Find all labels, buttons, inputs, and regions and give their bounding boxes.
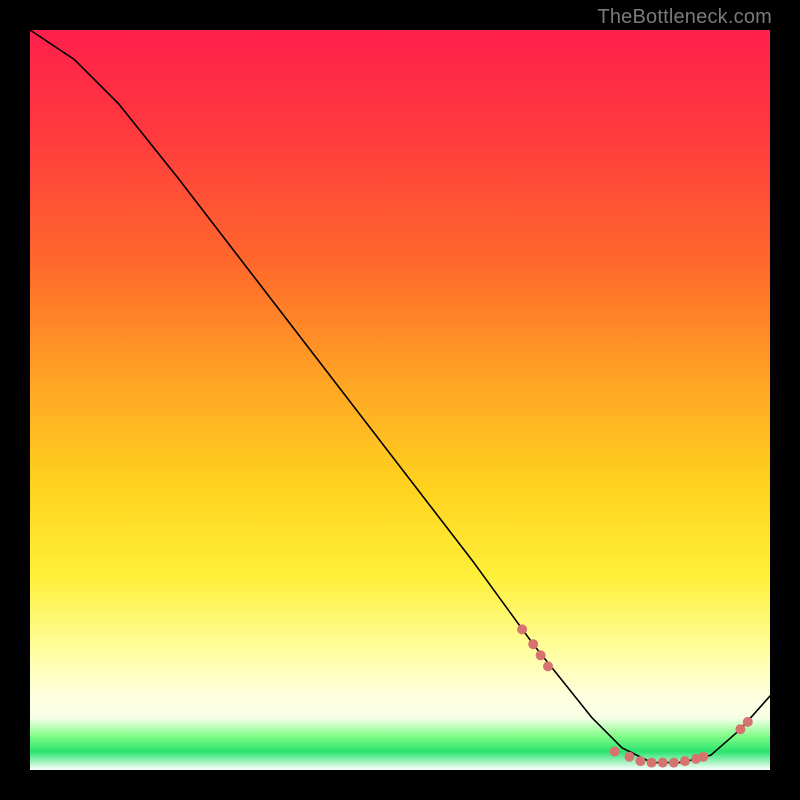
data-point bbox=[698, 752, 708, 762]
data-point bbox=[669, 758, 679, 768]
chart-container: TheBottleneck.com bbox=[0, 0, 800, 800]
chart-overlay bbox=[30, 30, 770, 770]
data-point bbox=[536, 650, 546, 660]
data-point bbox=[543, 661, 553, 671]
watermark-text: TheBottleneck.com bbox=[597, 6, 772, 29]
data-point bbox=[636, 756, 646, 766]
data-point bbox=[624, 752, 634, 762]
data-point bbox=[680, 756, 690, 766]
data-point bbox=[517, 624, 527, 634]
data-point bbox=[743, 717, 753, 727]
data-point bbox=[528, 639, 538, 649]
data-point bbox=[610, 747, 620, 757]
bottleneck-curve bbox=[30, 30, 770, 763]
data-point bbox=[735, 724, 745, 734]
data-point bbox=[647, 758, 657, 768]
data-point bbox=[658, 758, 668, 768]
